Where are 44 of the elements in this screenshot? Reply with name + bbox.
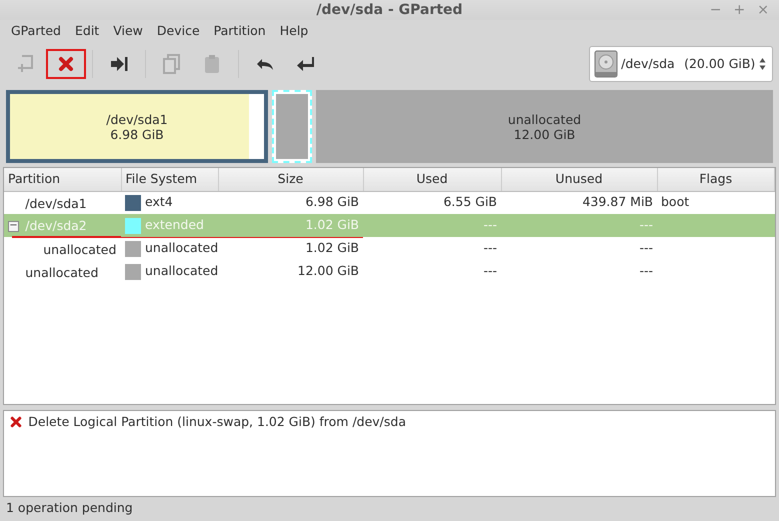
table-cell: 1.02 GiB	[305, 240, 359, 256]
table-cell: ---	[483, 240, 497, 256]
column-header[interactable]: Partition	[4, 168, 121, 191]
status-text: 1 operation pending	[5, 499, 134, 517]
partition-name: /dev/sda1	[25, 195, 87, 214]
expander-toggle[interactable]: −	[8, 221, 19, 232]
device-name: /dev/sda	[621, 54, 675, 73]
table-cell: ---	[639, 240, 653, 256]
column-header[interactable]: Unused	[501, 168, 657, 191]
table-cell: ---	[483, 263, 497, 278]
menu-item[interactable]: View	[106, 20, 150, 42]
table-cell: 439.87 MiB	[582, 194, 653, 210]
menu-item[interactable]: GParted	[4, 20, 68, 42]
column-header[interactable]: Flags	[657, 168, 774, 191]
filesystem-name: extended	[145, 217, 204, 232]
table-cell: ---	[483, 217, 497, 232]
menu-item[interactable]: Partition	[206, 20, 273, 42]
table-cell: ---	[639, 263, 653, 278]
menu-item[interactable]: Edit	[68, 20, 106, 42]
device-selector[interactable]: /dev/sda (20.00 GiB)	[589, 46, 773, 82]
column-header[interactable]: Size	[218, 168, 363, 191]
column-header[interactable]: Used	[363, 168, 501, 191]
column-header[interactable]: File System	[121, 168, 218, 191]
table-cell: 1.02 GiB	[305, 217, 359, 232]
filesystem-name: unallocated	[145, 240, 218, 256]
device-size: (20.00 GiB)	[684, 54, 756, 73]
unallocated-segment[interactable]: unallocated 12.00 GiB	[316, 90, 773, 163]
table-cell: boot	[661, 194, 690, 210]
partition-segment[interactable]: /dev/sda1 6.98 GiB	[6, 90, 268, 163]
table-cell: 12.00 GiB	[298, 263, 359, 278]
partition-name: unallocated	[25, 264, 98, 282]
filesystem-name: unallocated	[145, 263, 218, 278]
operation-text: Delete Logical Partition (linux-swap, 1.02 GiB) from /dev/sda	[28, 413, 406, 431]
partition-label: /dev/sda1 6.98 GiB	[105, 112, 169, 142]
filesystem-name: ext4	[145, 194, 173, 210]
table-cell: ---	[639, 217, 653, 232]
window-title: /dev/sda - GParted	[316, 1, 463, 20]
table-cell: 6.55 GiB	[443, 194, 497, 210]
menu-item[interactable]: Help	[272, 20, 316, 42]
menu-item[interactable]: Device	[150, 20, 207, 42]
partition-name: /dev/sda2	[25, 217, 87, 236]
table-cell: 6.98 GiB	[305, 194, 359, 210]
partition-name: unallocated	[43, 240, 116, 259]
segment-label: unallocated 12.00 GiB	[506, 112, 582, 142]
